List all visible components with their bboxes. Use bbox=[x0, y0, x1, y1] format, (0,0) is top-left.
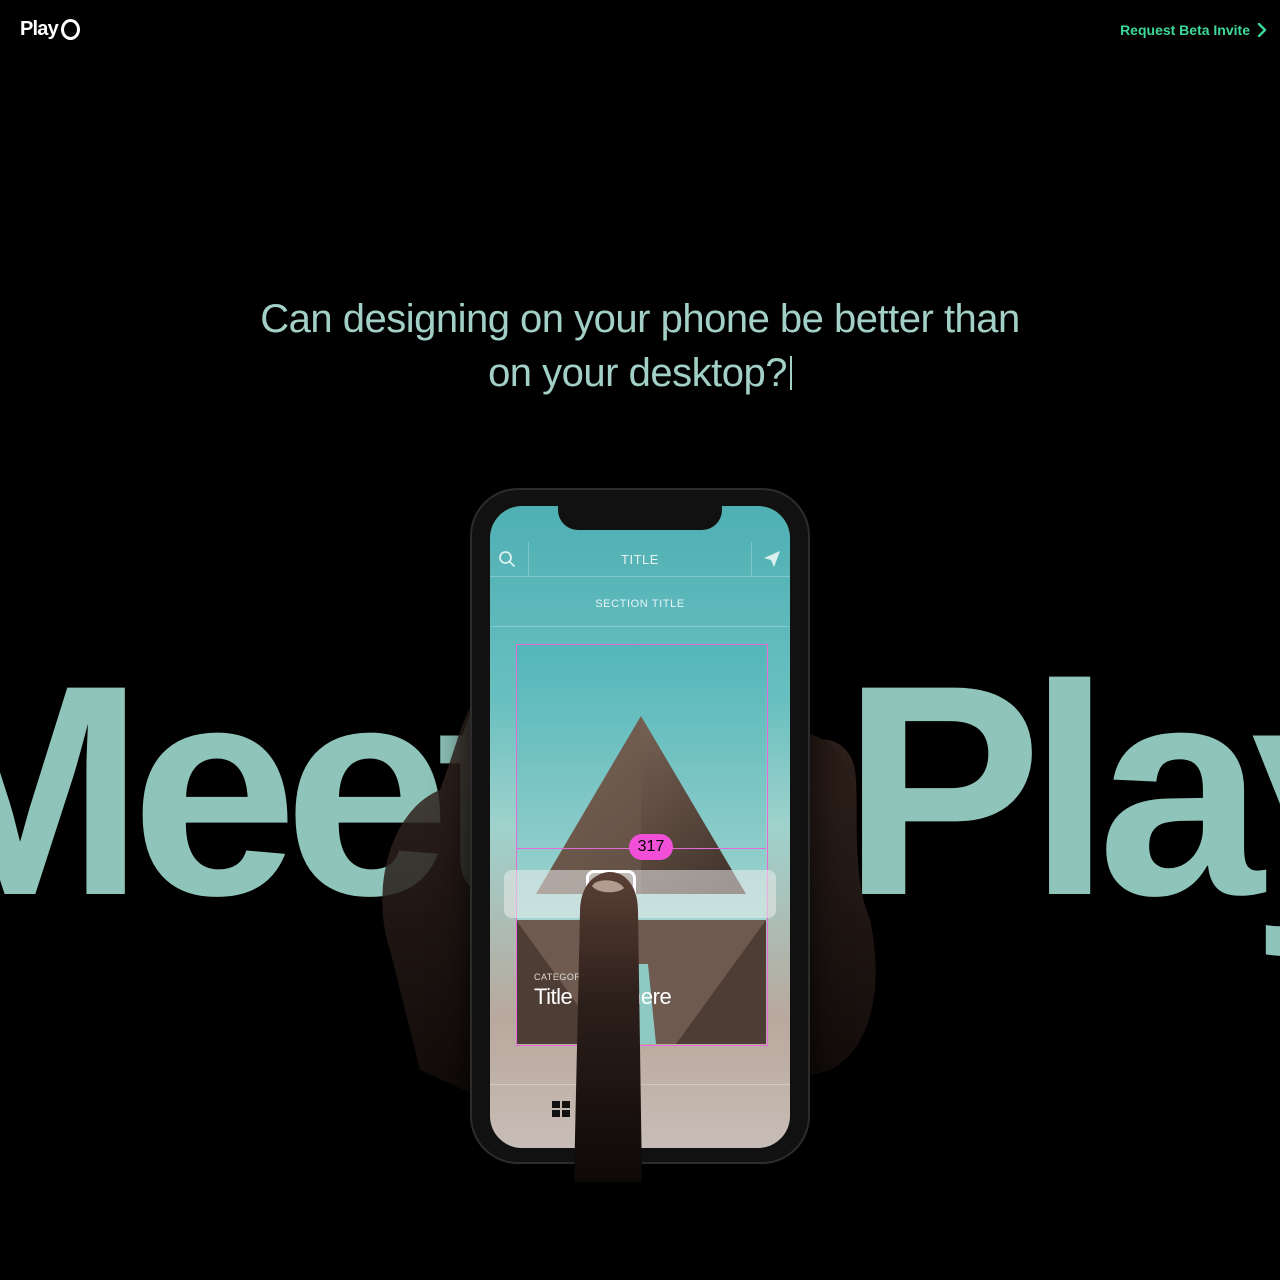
hero-headline: Can designing on your phone be better th… bbox=[0, 292, 1280, 400]
logo-ring-icon bbox=[60, 19, 80, 40]
section-divider bbox=[490, 626, 790, 627]
phone-notch bbox=[558, 506, 722, 530]
section-title: SECTION TITLE bbox=[595, 598, 685, 610]
landing-page: Play Request Beta Invite Can designing o… bbox=[0, 0, 1280, 1280]
headline-line-2: on your desktop? bbox=[488, 351, 787, 395]
nav-divider bbox=[751, 542, 752, 576]
play-logo[interactable]: Play bbox=[20, 18, 80, 41]
request-beta-invite-link[interactable]: Request Beta Invite bbox=[1120, 22, 1268, 38]
pointing-finger bbox=[574, 872, 642, 1182]
search-icon[interactable] bbox=[498, 550, 516, 568]
text-caret bbox=[789, 356, 792, 390]
big-word-play: Play bbox=[842, 622, 1280, 958]
chevron-right-icon bbox=[1257, 23, 1267, 37]
measure-value-badge: 317 bbox=[629, 834, 673, 860]
app-navbar: TITLE bbox=[490, 542, 790, 577]
cta-label: Request Beta Invite bbox=[1120, 22, 1250, 38]
logo-text: Play bbox=[20, 18, 59, 40]
nav-title: TITLE bbox=[621, 551, 659, 567]
headline-line-1: Can designing on your phone be better th… bbox=[260, 297, 1020, 341]
nav-divider bbox=[528, 542, 529, 576]
send-icon[interactable] bbox=[762, 550, 782, 568]
